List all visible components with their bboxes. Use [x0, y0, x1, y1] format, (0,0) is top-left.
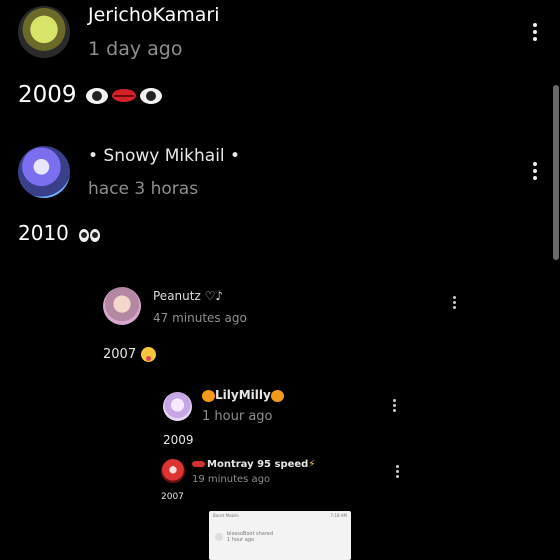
mini-action: shared [256, 531, 274, 537]
avatar[interactable] [18, 146, 70, 198]
eye-icon [139, 87, 162, 104]
carrier-text: Boost Mobile [213, 513, 239, 518]
screenshot-timestamp: 19 minutes ago [192, 474, 271, 485]
lightning-icon: ⚡ [308, 459, 316, 470]
screenshot-username: LilyMilly [202, 388, 284, 402]
screenshot-comment-text: 2007 [103, 347, 157, 362]
pumpkin-icon [202, 389, 215, 402]
screenshot-username: Peanutz ♡♪ [153, 289, 223, 303]
race-car-icon [192, 461, 205, 467]
kebab-menu-icon [394, 463, 400, 487]
comment-text-value: 2010 [18, 221, 69, 245]
avatar [215, 533, 223, 541]
kebab-menu-icon [451, 294, 457, 318]
clock-text: 7:18 AM [330, 513, 347, 518]
scrollbar[interactable] [553, 85, 559, 260]
screenshot-comment-value: 2007 [103, 347, 137, 362]
comment-timestamp: hace 3 horas [88, 179, 199, 199]
eyes-icon [79, 223, 101, 247]
tongue-emoji-icon [141, 347, 157, 362]
comment-text: 2010 [18, 221, 101, 247]
lips-icon [111, 89, 136, 102]
screenshot-username-text: Montray 95 speed [207, 459, 309, 470]
screenshot-timestamp: 47 minutes ago [153, 311, 247, 325]
avatar [161, 459, 185, 483]
comment-username[interactable]: JerichoKamari [88, 4, 220, 26]
screenshot-username: Montray 95 speed⚡ [192, 459, 315, 470]
kebab-menu-icon[interactable] [532, 20, 538, 44]
comment-text: 2009 [18, 82, 164, 108]
status-bar: Boost Mobile 7:18 AM [213, 513, 347, 519]
mini-time: 1 hour ago [227, 537, 255, 543]
avatar [163, 392, 192, 421]
eye-icon [85, 87, 108, 104]
avatar [103, 287, 141, 325]
kebab-menu-icon[interactable] [532, 159, 538, 183]
kebab-menu-icon [391, 397, 397, 421]
screenshot-comment-text: 2007 [161, 492, 184, 502]
pumpkin-icon [270, 389, 284, 402]
comment-username[interactable]: • Snowy Mikhail • [88, 146, 240, 166]
comment-text-value: 2009 [18, 82, 77, 108]
avatar[interactable] [18, 6, 70, 58]
screenshot-comment-text: 2009 [163, 433, 194, 447]
comment-timestamp: 1 day ago [88, 38, 183, 60]
mini-post-header: blossoBoot shared 1 hour ago [227, 531, 273, 543]
screenshot-username-text: LilyMilly [215, 388, 271, 402]
screenshot-timestamp: 1 hour ago [202, 409, 273, 424]
nested-phone-screenshot: Boost Mobile 7:18 AM blossoBoot shared 1… [209, 511, 351, 560]
